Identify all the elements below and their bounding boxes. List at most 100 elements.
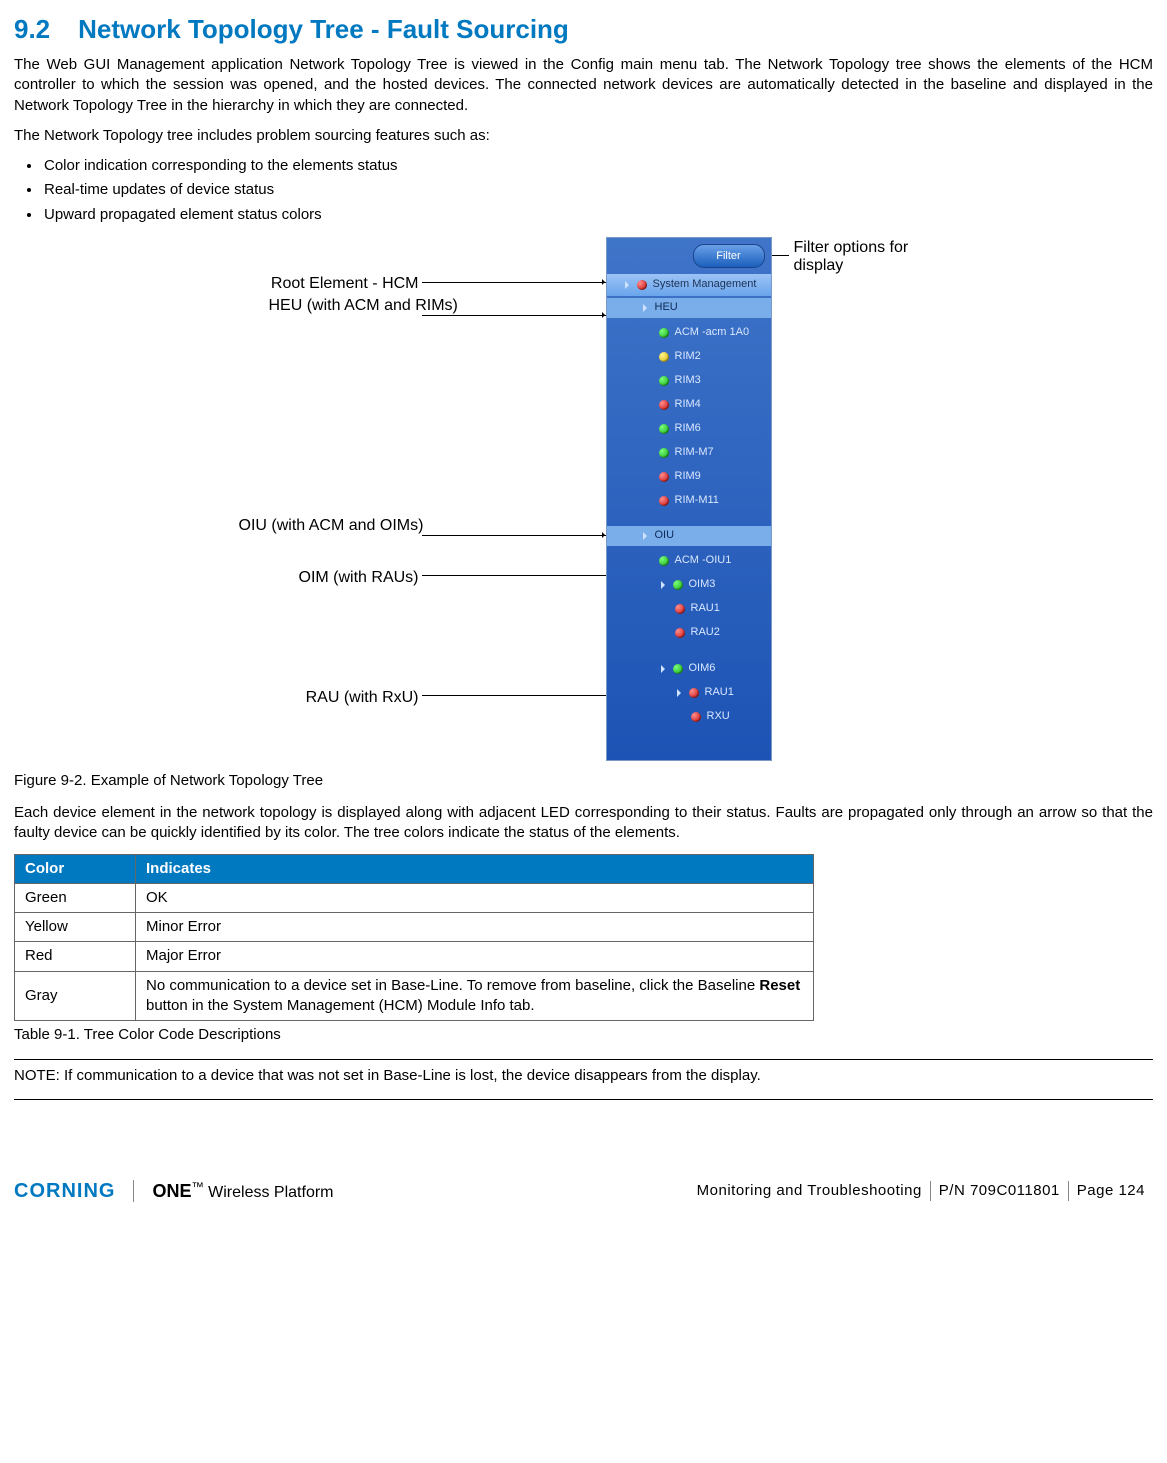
cell-color: Gray (15, 971, 136, 1021)
callout-filter: Filter options for display (794, 239, 944, 276)
status-led-icon (659, 400, 669, 410)
tree-node[interactable]: ACM -acm 1A0 (607, 322, 771, 344)
callout-heu: HEU (with ACM and RIMs) (269, 297, 419, 315)
node-label: ACM -OIU1 (675, 553, 732, 568)
node-label: System Management (653, 277, 757, 292)
figure: Root Element - HCM HEU (with ACM and RIM… (214, 237, 954, 767)
figure-container: Root Element - HCM HEU (with ACM and RIM… (14, 237, 1153, 767)
topology-tree-panel: Filter System Management HEU ACM -acm 1A… (606, 237, 772, 761)
tree-node[interactable]: RAU1 (607, 682, 771, 704)
expand-icon[interactable] (661, 580, 671, 590)
tree-node[interactable]: RIM-M11 (607, 490, 771, 512)
status-led-icon (659, 472, 669, 482)
status-led-icon (659, 424, 669, 434)
expand-icon[interactable] (625, 280, 635, 290)
color-legend-table: Color Indicates Green OK Yellow Minor Er… (14, 854, 814, 1022)
divider-line (14, 1059, 1153, 1060)
desc-post: button in the System Management (HCM) Mo… (146, 997, 535, 1014)
node-label: RAU1 (705, 685, 734, 700)
filter-button[interactable]: Filter (693, 244, 765, 268)
status-led-icon (659, 556, 669, 566)
node-label: ACM -acm 1A0 (675, 325, 750, 340)
desc-bold: Reset (759, 977, 800, 994)
page-footer: CORNING ONE™ Wireless Platform Monitorin… (14, 1178, 1153, 1205)
status-led-icon (659, 328, 669, 338)
divider-icon (133, 1180, 134, 1202)
leader-line (422, 282, 607, 283)
node-label: HEU (655, 300, 678, 315)
callout-oiu: OIU (with ACM and OIMs) (239, 517, 419, 535)
tree-node[interactable]: ACM -OIU1 (607, 550, 771, 572)
status-led-icon (659, 376, 669, 386)
node-label: RAU2 (691, 625, 720, 640)
cell-color: Green (15, 883, 136, 912)
footer-page: Page 124 (1069, 1181, 1153, 1201)
expand-icon[interactable] (643, 531, 653, 541)
table-header-color: Color (15, 854, 136, 883)
cell-desc: Minor Error (136, 913, 814, 942)
table-row: Gray No communication to a device set in… (15, 971, 814, 1021)
node-label: RIM2 (675, 349, 701, 364)
feature-bullets: Color indication corresponding to the el… (14, 156, 1153, 225)
table-row: Green OK (15, 883, 814, 912)
intro-paragraph-2: The Network Topology tree includes probl… (14, 126, 1153, 146)
node-label: OIM3 (689, 577, 716, 592)
node-label: RXU (707, 709, 730, 724)
product-name: ONE™ Wireless Platform (152, 1179, 333, 1204)
tree-node-root[interactable]: System Management (607, 274, 771, 296)
status-led-icon (675, 628, 685, 638)
note-text: NOTE: If communication to a device that … (14, 1066, 1153, 1086)
node-label: RIM4 (675, 397, 701, 412)
desc-pre: No communication to a device set in Base… (146, 977, 759, 994)
tree-node[interactable]: RIM6 (607, 418, 771, 440)
expand-icon[interactable] (677, 688, 687, 698)
node-label: RIM9 (675, 469, 701, 484)
platform-text: Wireless Platform (208, 1184, 333, 1201)
table-row: Yellow Minor Error (15, 913, 814, 942)
node-label: RAU1 (691, 601, 720, 616)
tree-node[interactable]: RIM9 (607, 466, 771, 488)
expand-icon[interactable] (643, 303, 653, 313)
tree-node[interactable]: RAU2 (607, 622, 771, 644)
cell-desc: OK (136, 883, 814, 912)
bullet-item: Color indication corresponding to the el… (42, 156, 1153, 176)
cell-color: Red (15, 942, 136, 971)
one-text: ONE (152, 1181, 191, 1201)
tree-node[interactable]: RIM2 (607, 346, 771, 368)
heading-title: Network Topology Tree - Fault Sourcing (78, 14, 569, 44)
leader-line (422, 575, 632, 576)
tree-node[interactable]: RAU1 (607, 598, 771, 620)
table-caption: Table 9-1. Tree Color Code Descriptions (14, 1025, 1153, 1045)
leader-line (422, 535, 607, 536)
tree-node-heu[interactable]: HEU (607, 298, 771, 318)
status-led-icon (689, 688, 699, 698)
footer-section: Monitoring and Troubleshooting (689, 1181, 930, 1201)
tree-node[interactable]: RXU (607, 706, 771, 728)
tree-node[interactable]: RIM-M7 (607, 442, 771, 464)
tree-node[interactable]: OIM6 (607, 658, 771, 680)
tree-node[interactable]: RIM3 (607, 370, 771, 392)
leader-line (422, 315, 607, 316)
status-led-icon (673, 664, 683, 674)
expand-icon[interactable] (661, 664, 671, 674)
tree-node[interactable]: RIM4 (607, 394, 771, 416)
trademark-icon: ™ (191, 1180, 204, 1194)
node-label: RIM3 (675, 373, 701, 388)
node-label: OIM6 (689, 661, 716, 676)
status-led-icon (659, 448, 669, 458)
heading-number: 9.2 (14, 14, 50, 44)
divider-line (14, 1099, 1153, 1100)
cell-color: Yellow (15, 913, 136, 942)
footer-brand: CORNING ONE™ Wireless Platform (14, 1178, 334, 1205)
tree-node[interactable]: OIM3 (607, 574, 771, 596)
node-label: OIU (655, 528, 675, 543)
callout-oim: OIM (with RAUs) (269, 567, 419, 589)
bullet-item: Upward propagated element status colors (42, 205, 1153, 225)
explanation-paragraph: Each device element in the network topol… (14, 803, 1153, 844)
status-led-icon (659, 352, 669, 362)
tree-node-oiu[interactable]: OIU (607, 526, 771, 546)
table-header-indicates: Indicates (136, 854, 814, 883)
status-led-icon (675, 604, 685, 614)
status-led-icon (673, 580, 683, 590)
callout-rau: RAU (with RxU) (279, 687, 419, 709)
